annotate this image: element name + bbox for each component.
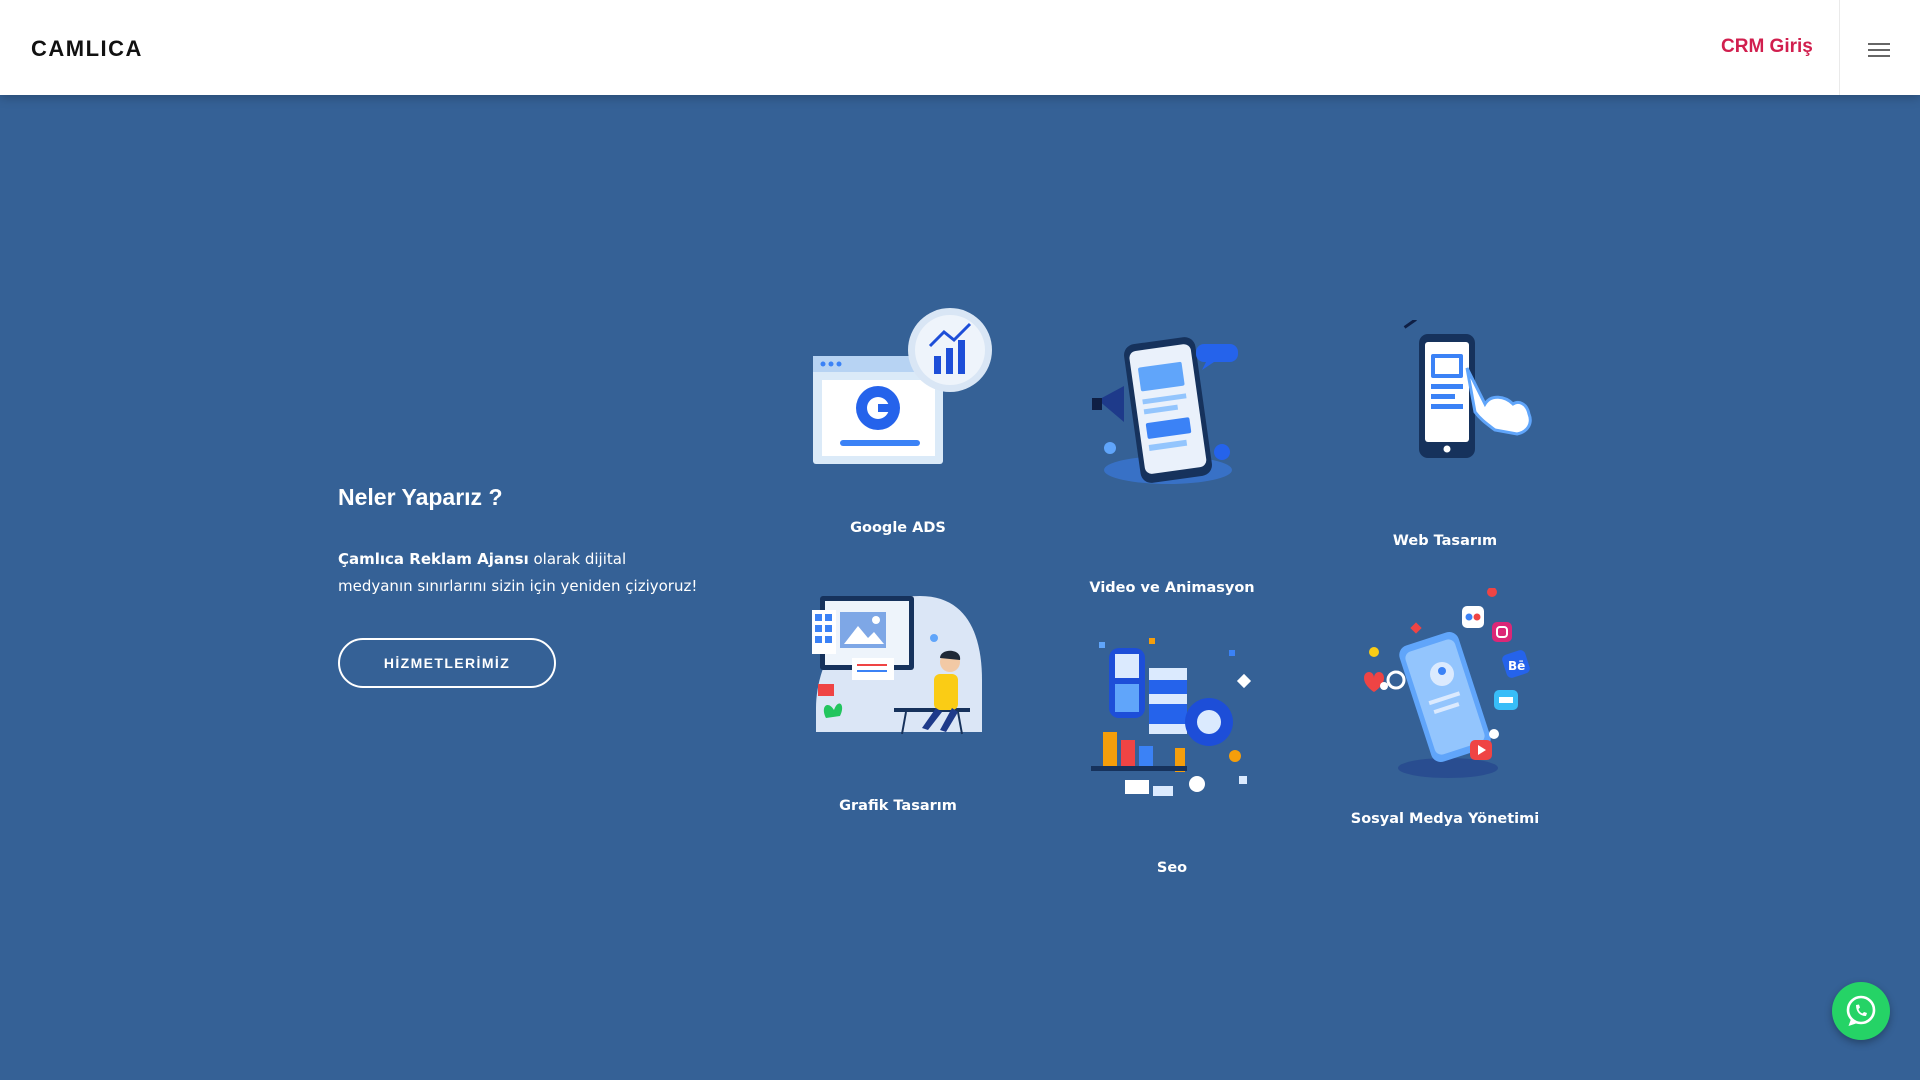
svg-text:Bē: Bē xyxy=(1508,659,1525,673)
section-description: Çamlıca Reklam Ajansı olarak dijital med… xyxy=(338,546,698,600)
service-label-video-animation[interactable]: Video ve Animasyon xyxy=(1042,580,1302,596)
section-title: Neler Yaparız ? xyxy=(338,484,503,510)
site-logo[interactable]: CAMLICA xyxy=(31,36,143,62)
video-animation-icon[interactable] xyxy=(1088,330,1256,488)
seo-icon[interactable] xyxy=(1089,636,1255,812)
site-header: CAMLICA CRM Giriş xyxy=(0,0,1920,95)
service-label-graphic-design[interactable]: Grafik Tasarım xyxy=(768,798,1028,814)
google-ads-icon[interactable] xyxy=(808,306,996,466)
social-media-icon[interactable]: Bē xyxy=(1354,588,1536,782)
service-label-social-media[interactable]: Sosyal Medya Yönetimi xyxy=(1315,811,1575,827)
services-button[interactable]: HİZMETLERİMİZ xyxy=(338,638,556,688)
service-label-google-ads[interactable]: Google ADS xyxy=(768,520,1028,536)
service-label-seo[interactable]: Seo xyxy=(1042,860,1302,876)
graphic-design-icon[interactable] xyxy=(810,590,985,738)
web-design-icon[interactable] xyxy=(1393,320,1535,460)
hamburger-menu-icon[interactable] xyxy=(1856,32,1902,66)
whatsapp-glyph xyxy=(1846,995,1876,1026)
header-divider xyxy=(1839,0,1840,95)
service-label-web-design[interactable]: Web Tasarım xyxy=(1315,533,1575,549)
whatsapp-icon[interactable] xyxy=(1832,982,1890,1040)
crm-login-link[interactable]: CRM Giriş xyxy=(1721,36,1813,58)
agency-name: Çamlıca Reklam Ajansı xyxy=(338,550,529,568)
